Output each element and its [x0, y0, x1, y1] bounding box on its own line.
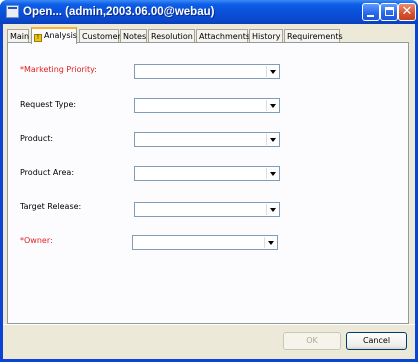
tab-notes[interactable]: Notes — [120, 29, 147, 43]
product-area-select[interactable] — [134, 166, 280, 181]
tab-label: History — [252, 32, 281, 41]
footer-divider — [3, 324, 415, 325]
chevron-down-icon[interactable] — [266, 168, 278, 179]
marketing-priority-select[interactable] — [134, 64, 280, 79]
tab-requirements[interactable]: Requirements — [284, 29, 343, 43]
dialog-client-area: Main ! Analysis Customer Notes Resolution… — [3, 24, 415, 359]
tab-main[interactable]: Main — [7, 29, 29, 43]
dialog-window: Open... (admin,2003.06.00@webau) ✕ Main … — [0, 0, 418, 362]
target-release-label: Target Release: — [20, 202, 82, 211]
maximize-button[interactable] — [380, 3, 398, 21]
tab-label: Attachments — [199, 32, 251, 41]
app-window-icon — [6, 5, 19, 18]
tab-label: Resolution — [151, 32, 193, 41]
chevron-down-icon[interactable] — [266, 204, 278, 215]
tab-customer[interactable]: Customer — [79, 29, 121, 43]
chevron-down-icon[interactable] — [266, 66, 278, 77]
target-release-select[interactable] — [134, 202, 280, 217]
owner-label: *Owner: — [20, 236, 53, 245]
maximize-icon — [385, 7, 394, 16]
minimize-button[interactable] — [362, 3, 380, 21]
request-type-select[interactable] — [134, 98, 280, 113]
tab-label: Main — [10, 32, 30, 41]
tab-label: Notes — [123, 32, 147, 41]
cancel-button[interactable]: Cancel — [346, 332, 407, 350]
ok-button[interactable]: OK — [283, 332, 341, 350]
chevron-down-icon[interactable] — [264, 237, 276, 248]
product-label: Product: — [20, 134, 54, 143]
tab-label: Requirements — [287, 32, 343, 41]
product-select[interactable] — [134, 132, 280, 147]
owner-select[interactable] — [132, 235, 278, 250]
tab-label: Analysis — [44, 31, 77, 40]
tab-label: Customer — [82, 32, 121, 41]
minimize-icon — [367, 15, 374, 17]
request-type-label: Request Type: — [20, 100, 77, 109]
window-title: Open... (admin,2003.06.00@webau) — [23, 6, 215, 18]
close-icon: ✕ — [401, 4, 413, 19]
analysis-panel: *Marketing Priority: Request Type: Produ… — [7, 42, 409, 324]
product-area-label: Product Area: — [20, 168, 75, 177]
tab-attachments[interactable]: Attachments — [196, 29, 251, 43]
tab-analysis[interactable]: ! Analysis — [31, 27, 77, 44]
tab-history[interactable]: History — [249, 29, 283, 43]
warning-icon: ! — [34, 34, 42, 42]
title-bar[interactable]: Open... (admin,2003.06.00@webau) ✕ — [0, 0, 418, 24]
chevron-down-icon[interactable] — [266, 134, 278, 145]
marketing-priority-label: *Marketing Priority: — [20, 65, 97, 74]
chevron-down-icon[interactable] — [266, 100, 278, 111]
close-button[interactable]: ✕ — [398, 3, 416, 21]
tab-resolution[interactable]: Resolution — [148, 29, 195, 43]
